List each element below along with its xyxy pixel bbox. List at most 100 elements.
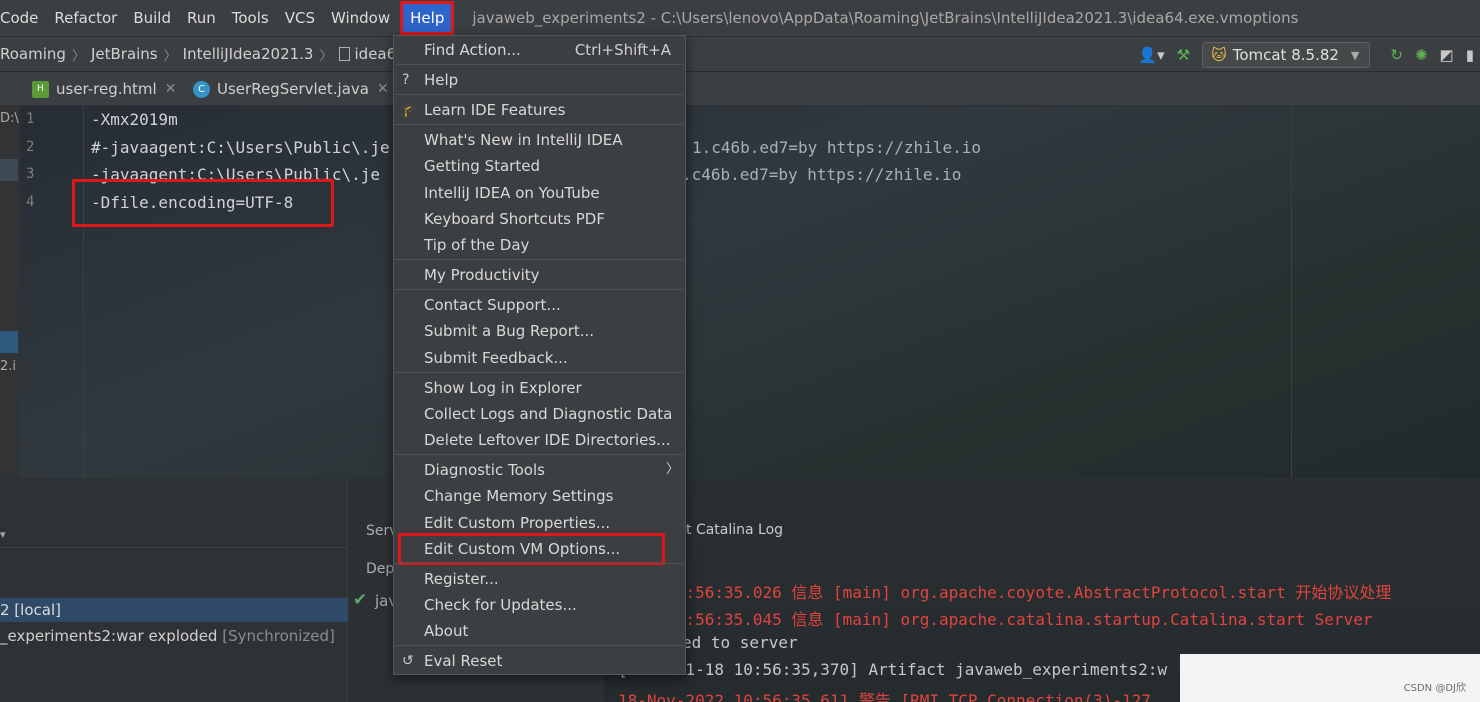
project-tree-selection [0, 331, 18, 353]
menu-item-eval-reset[interactable]: ↺ Eval Reset [394, 649, 685, 673]
menu-item-label: Submit a Bug Report... [424, 322, 595, 340]
menu-item-tip-of-the-day[interactable]: Tip of the Day [394, 233, 685, 257]
breadcrumb-item[interactable]: IntelliJIdea2021.3 [183, 45, 314, 63]
debug-bug-icon[interactable]: ✺ [1415, 46, 1428, 64]
close-icon[interactable]: ✕ [377, 81, 389, 97]
navigation-bar: Roaming 〉 JetBrains 〉 IntelliJIdea2021.3… [0, 36, 1480, 72]
menu-item-shortcut: Ctrl+Shift+A [574, 41, 671, 59]
menu-item-label: Getting Started [424, 157, 540, 175]
breadcrumb-item[interactable]: Roaming [0, 45, 66, 63]
menu-vcs[interactable]: VCS [277, 0, 323, 36]
log-line: [2022-11-18 10:56:35,370] Artifact javaw… [618, 660, 1168, 679]
menu-separator [395, 94, 684, 95]
menu-item-whats-new[interactable]: What's New in IntelliJ IDEA [394, 128, 685, 152]
menu-item-label: Keyboard Shortcuts PDF [424, 210, 605, 228]
menu-item-help[interactable]: ? Help [394, 68, 685, 92]
services-tree: ▾ 2 [local] _experiments2:war exploded [… [0, 478, 348, 702]
line-number: 4 [26, 194, 35, 210]
menu-item-label: IntelliJ IDEA on YouTube [424, 184, 600, 202]
menu-item-label: Help [424, 71, 459, 89]
line-number: 2 [26, 139, 35, 155]
server-node[interactable]: 2 [local] [0, 598, 348, 622]
menu-tools[interactable]: Tools [224, 0, 277, 36]
menu-item-contact-support[interactable]: Contact Support... [394, 293, 685, 317]
menu-item-my-productivity[interactable]: My Productivity [394, 263, 685, 287]
log-line: 18-Nov-2022 10:56:35.611 警告 [RMI TCP Con… [618, 691, 1161, 702]
highlight-box-vm-options [398, 533, 665, 565]
file-icon [338, 47, 350, 61]
menu-item-label: Delete Leftover IDE Directories... [424, 431, 671, 449]
tab-label: UserRegServlet.java [217, 80, 369, 98]
code-editor[interactable]: D:\ 2.i 1 2 3 4 -Xmx2019m #-javaagent:C:… [0, 106, 1480, 478]
menu-item-register[interactable]: Register... [394, 567, 685, 591]
menu-help[interactable]: Help [400, 1, 455, 35]
user-icon[interactable]: 👤▾ [1138, 46, 1164, 64]
menu-item-submit-feedback[interactable]: Submit Feedback... [394, 346, 685, 370]
menu-window[interactable]: Window [323, 0, 398, 36]
tab-user-reg-html[interactable]: user-reg.html ✕ [32, 72, 176, 106]
hammer-build-icon[interactable]: ⚒ [1177, 46, 1190, 64]
menu-item-submit-bug-report[interactable]: Submit a Bug Report... [394, 319, 685, 343]
main-toolbar: 👤▾ ⚒ 🐱 Tomcat 8.5.82 ▼ ↻ ✺ ◩ ▮ [1132, 37, 1480, 73]
question-icon: ? [402, 72, 410, 88]
menu-item-edit-custom-properties[interactable]: Edit Custom Properties... [394, 511, 685, 535]
menu-item-youtube[interactable]: IntelliJ IDEA on YouTube [394, 181, 685, 205]
code-line-overflow[interactable]: 1.c46b.ed7=by https://zhile.io [692, 138, 981, 157]
menu-item-find-action[interactable]: Find Action... Ctrl+Shift+A [394, 38, 685, 62]
menu-item-check-updates[interactable]: Check for Updates... [394, 593, 685, 617]
project-panel-edge: D:\ 2.i [0, 106, 20, 478]
run-configuration-label: Tomcat 8.5.82 [1232, 46, 1339, 64]
menu-run[interactable]: Run [179, 0, 224, 36]
menu-item-label: Edit Custom Properties... [424, 514, 611, 532]
breadcrumb-item[interactable]: JetBrains [91, 45, 158, 63]
menu-item-label: Diagnostic Tools [424, 461, 545, 479]
right-margin-guide [1291, 106, 1292, 478]
coverage-icon[interactable]: ◩ [1440, 46, 1454, 64]
run-configuration-selector[interactable]: 🐱 Tomcat 8.5.82 ▼ [1202, 42, 1371, 68]
undo-icon: ↺ [402, 653, 414, 669]
menu-code[interactable]: Code [0, 0, 46, 36]
code-line-overflow[interactable]: .c46b.ed7=by https://zhile.io [682, 165, 961, 184]
more-icon[interactable]: ▮ [1466, 46, 1474, 64]
menu-refactor[interactable]: Refactor [46, 0, 125, 36]
artifact-node[interactable]: _experiments2:war exploded [Synchronized… [0, 624, 348, 648]
menu-item-label: Register... [424, 570, 499, 588]
menu-item-change-memory[interactable]: Change Memory Settings [394, 484, 685, 508]
menu-item-delete-leftover[interactable]: Delete Leftover IDE Directories... [394, 428, 685, 452]
code-line[interactable]: -Xmx2019m [91, 110, 178, 129]
menu-item-diagnostic-tools[interactable]: Diagnostic Tools 〉 [394, 458, 685, 482]
line-number: 3 [26, 166, 35, 182]
tab-userregservlet-java[interactable]: C UserRegServlet.java ✕ [193, 72, 389, 106]
menu-item-collect-logs[interactable]: Collect Logs and Diagnostic Data [394, 402, 685, 426]
menu-separator [395, 289, 684, 290]
tab-catalina-log[interactable]: t Catalina Log [686, 522, 783, 538]
log-line: 2022 10:56:35.045 信息 [main] org.apache.c… [618, 610, 1373, 629]
services-header: ▾ [0, 478, 347, 548]
menu-item-getting-started[interactable]: Getting Started [394, 154, 685, 178]
chevron-right-icon: 〉 [71, 48, 85, 64]
project-tree-selection [0, 159, 18, 181]
chevron-right-icon: 〉 [665, 462, 679, 477]
menu-item-label: My Productivity [424, 266, 540, 284]
menu-item-learn-ide-features[interactable]: 🎓 Learn IDE Features [394, 98, 685, 122]
artifact-label: _experiments2:war exploded [0, 627, 218, 645]
highlight-box-encoding-line [72, 179, 334, 227]
html-file-icon [32, 80, 49, 98]
menu-separator [395, 124, 684, 125]
menu-item-show-log[interactable]: Show Log in Explorer [394, 376, 685, 400]
menu-separator [395, 259, 684, 260]
menu-separator [395, 64, 684, 65]
code-line[interactable]: #-javaagent:C:\Users\Public\.je [91, 138, 390, 157]
menu-item-label: Show Log in Explorer [424, 379, 582, 397]
menu-item-keyboard-shortcuts-pdf[interactable]: Keyboard Shortcuts PDF [394, 207, 685, 231]
log-line: ed to server [682, 633, 798, 652]
rerun-icon[interactable]: ↻ [1390, 46, 1403, 64]
close-icon[interactable]: ✕ [165, 81, 177, 97]
menu-item-about[interactable]: About [394, 619, 685, 643]
chevron-right-icon: 〉 [163, 48, 177, 64]
chevron-down-icon[interactable]: ▾ [0, 528, 6, 541]
menu-separator [395, 645, 684, 646]
line-number-gutter: 1 2 3 4 [20, 106, 84, 478]
project-clip-text: 2.i [0, 359, 17, 374]
menu-build[interactable]: Build [125, 0, 179, 36]
